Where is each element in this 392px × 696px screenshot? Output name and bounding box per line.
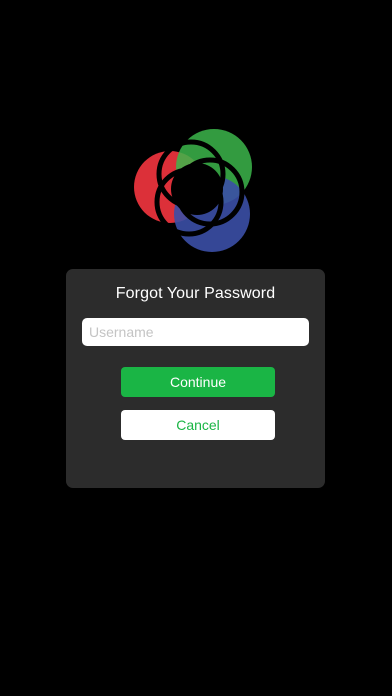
cancel-button[interactable]: Cancel: [121, 410, 275, 440]
forgot-password-dialog: Forgot Your Password Continue Cancel: [66, 269, 325, 488]
dialog-title: Forgot Your Password: [115, 285, 276, 302]
continue-button[interactable]: Continue: [121, 367, 275, 397]
app-logo-icon: [134, 129, 252, 252]
username-input[interactable]: [82, 318, 309, 346]
